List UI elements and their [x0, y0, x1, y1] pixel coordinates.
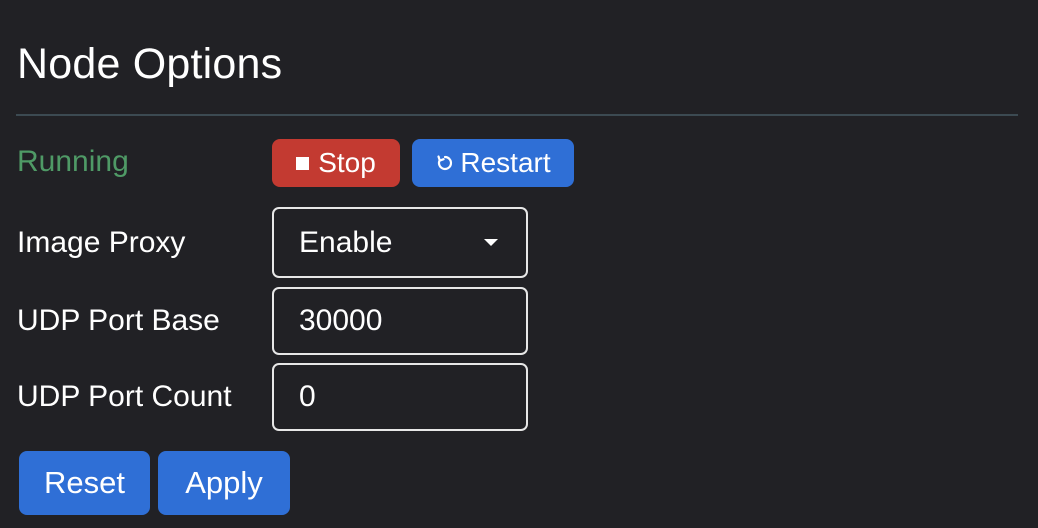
divider	[16, 114, 1018, 116]
reset-button[interactable]: Reset	[19, 451, 150, 515]
restart-button-label: Restart	[460, 147, 551, 178]
image-proxy-select[interactable]: Enable	[272, 207, 528, 278]
stop-button-label: Stop	[318, 147, 376, 178]
udp-port-count-label: UDP Port Count	[17, 380, 232, 413]
stop-square-icon	[296, 157, 310, 170]
stop-button[interactable]: Stop	[272, 139, 400, 187]
status-text: Running	[17, 145, 129, 178]
udp-port-count-value: 0	[299, 380, 316, 413]
udp-port-base-input[interactable]: 30000	[272, 287, 528, 355]
page-title: Node Options	[17, 40, 283, 88]
image-proxy-value: Enable	[299, 225, 393, 259]
udp-port-base-value: 30000	[299, 304, 383, 337]
apply-button[interactable]: Apply	[158, 451, 290, 515]
restart-icon	[437, 155, 453, 171]
image-proxy-label: Image Proxy	[17, 226, 186, 259]
restart-button[interactable]: Restart	[412, 139, 574, 187]
node-options-panel: Node Options Running Stop Restart Image …	[0, 0, 1038, 528]
udp-port-base-label: UDP Port Base	[17, 304, 220, 337]
chevron-down-icon	[484, 238, 498, 246]
udp-port-count-input[interactable]: 0	[272, 363, 528, 431]
